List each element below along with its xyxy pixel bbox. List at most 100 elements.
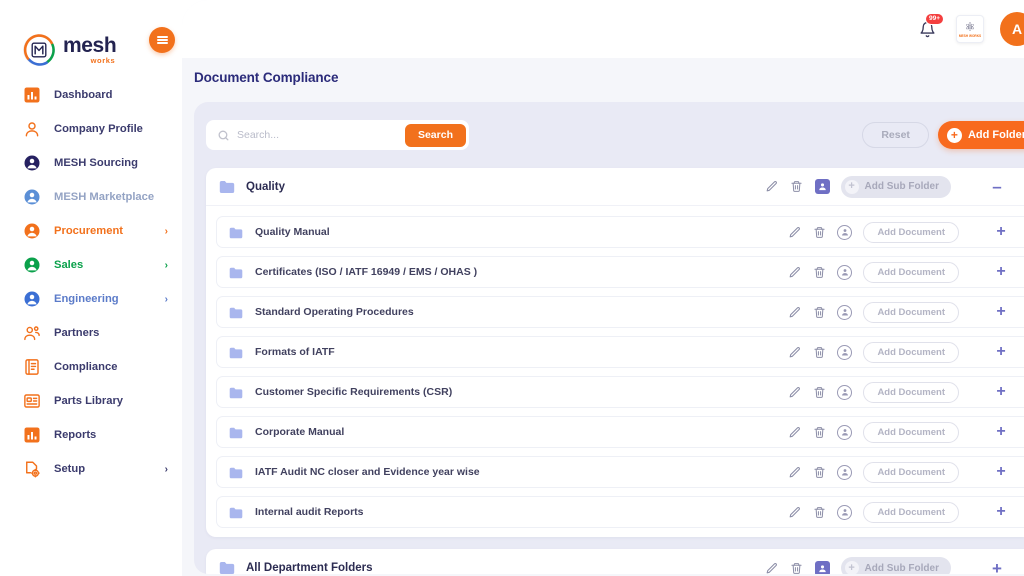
sidebar-item-setup[interactable]: Setup › <box>0 452 182 486</box>
assign-user-icon[interactable] <box>837 504 853 520</box>
delete-trash-icon[interactable] <box>812 225 826 239</box>
add-folder-button[interactable]: + Add Folder <box>937 121 1024 149</box>
sidebar-item-compliance[interactable]: Compliance <box>0 350 182 384</box>
folder-icon <box>229 346 245 359</box>
delete-trash-icon[interactable] <box>790 561 804 574</box>
plus-icon: + <box>844 179 859 194</box>
assign-user-icon[interactable] <box>837 384 853 400</box>
sub-folder-name: Certificates (ISO / IATF 16949 / EMS / O… <box>255 266 478 278</box>
user-circle-icon <box>22 256 41 275</box>
reset-button[interactable]: Reset <box>862 122 929 148</box>
assign-user-icon[interactable] <box>837 304 853 320</box>
sub-folder-row[interactable]: Standard Operating Procedures Add Documen… <box>216 296 1024 328</box>
avatar-initial: A <box>1011 21 1023 37</box>
sub-folder-row-actions: Add Document + <box>787 221 1024 243</box>
assign-user-icon[interactable] <box>814 179 830 194</box>
sub-folder-row[interactable]: IATF Audit NC closer and Evidence year w… <box>216 456 1024 488</box>
add-sub-folder-button[interactable]: + Add Sub Folder <box>840 175 951 198</box>
sub-folder-expand-button[interactable]: + <box>988 424 1014 440</box>
edit-pencil-icon[interactable] <box>787 505 801 519</box>
edit-pencil-icon[interactable] <box>787 425 801 439</box>
add-document-button[interactable]: Add Document <box>863 261 959 283</box>
edit-pencil-icon[interactable] <box>765 561 779 574</box>
edit-pencil-icon[interactable] <box>787 465 801 479</box>
assign-user-icon[interactable] <box>837 264 853 280</box>
sidebar-item-procurement[interactable]: Procurement › <box>0 214 182 248</box>
folder-header-row[interactable]: Quality + Add Sub Folder – <box>206 168 1024 206</box>
search-button[interactable]: Search <box>404 123 466 147</box>
sub-folder-row[interactable]: Customer Specific Requirements (CSR) Add … <box>216 376 1024 408</box>
add-document-button[interactable]: Add Document <box>863 501 959 523</box>
assign-user-icon[interactable] <box>814 560 830 574</box>
sidebar-toggle-button[interactable] <box>149 27 175 53</box>
sidebar-item-engineering[interactable]: Engineering › <box>0 282 182 316</box>
sub-folder-expand-button[interactable]: + <box>988 464 1014 480</box>
sidebar-item-parts-library[interactable]: Parts Library <box>0 384 182 418</box>
sub-folder-name: Standard Operating Procedures <box>255 306 414 318</box>
document-icon <box>22 358 41 377</box>
delete-trash-icon[interactable] <box>812 505 826 519</box>
sub-folder-row-actions: Add Document + <box>787 501 1024 523</box>
sub-folder-row[interactable]: Certificates (ISO / IATF 16949 / EMS / O… <box>216 256 1024 288</box>
chevron-right-icon: › <box>164 463 168 475</box>
add-document-button[interactable]: Add Document <box>863 301 959 323</box>
sub-folder-expand-button[interactable]: + <box>988 384 1014 400</box>
sub-folder-name: IATF Audit NC closer and Evidence year w… <box>255 466 480 478</box>
plus-icon: + <box>946 127 962 143</box>
edit-pencil-icon[interactable] <box>787 385 801 399</box>
search-input[interactable] <box>230 129 405 141</box>
add-document-button[interactable]: Add Document <box>863 341 959 363</box>
sub-folder-expand-button[interactable]: + <box>988 264 1014 280</box>
notifications-button[interactable]: 99+ <box>914 13 945 42</box>
company-logo-tile[interactable]: ⚛ MESH WORKS <box>956 15 984 43</box>
delete-trash-icon[interactable] <box>812 385 826 399</box>
delete-trash-icon[interactable] <box>812 425 826 439</box>
sidebar-item-mesh-marketplace[interactable]: MESH Marketplace <box>0 180 182 214</box>
grid-card-icon <box>22 392 41 411</box>
folder-header-row[interactable]: All Department Folders + Add Sub Folder + <box>206 549 1024 574</box>
toolbar: Search Reset + Add Folder <box>194 118 1024 152</box>
sub-folder-row[interactable]: Internal audit Reports Add Document + <box>216 496 1024 528</box>
add-document-button[interactable]: Add Document <box>863 461 959 483</box>
hamburger-line <box>156 41 168 44</box>
gear-doc-icon <box>22 460 41 479</box>
edit-pencil-icon[interactable] <box>787 225 801 239</box>
sub-folder-row[interactable]: Corporate Manual Add Document + <box>216 416 1024 448</box>
sidebar-item-reports[interactable]: Reports <box>0 418 182 452</box>
add-document-button[interactable]: Add Document <box>863 221 959 243</box>
sub-folder-row[interactable]: Formats of IATF Add Document + <box>216 336 1024 368</box>
company-emblem-icon: ⚛ <box>964 19 976 34</box>
edit-pencil-icon[interactable] <box>787 265 801 279</box>
assign-user-icon[interactable] <box>837 424 853 440</box>
assign-user-icon[interactable] <box>837 464 853 480</box>
sidebar-item-company-profile[interactable]: Company Profile <box>0 112 182 146</box>
sub-folder-expand-button[interactable]: + <box>988 224 1014 240</box>
sidebar-item-label: Company Profile <box>54 123 143 135</box>
user-avatar[interactable]: A <box>1000 12 1024 46</box>
sidebar-item-sales[interactable]: Sales › <box>0 248 182 282</box>
edit-pencil-icon[interactable] <box>787 345 801 359</box>
sub-folder-expand-button[interactable]: + <box>988 304 1014 320</box>
sidebar-item-partners[interactable]: Partners <box>0 316 182 350</box>
edit-pencil-icon[interactable] <box>787 305 801 319</box>
add-document-button[interactable]: Add Document <box>863 421 959 443</box>
sidebar-item-dashboard[interactable]: Dashboard <box>0 78 182 112</box>
search-icon <box>217 129 230 142</box>
sub-folder-expand-button[interactable]: + <box>988 504 1014 520</box>
delete-trash-icon[interactable] <box>812 465 826 479</box>
sub-folder-expand-button[interactable]: + <box>988 344 1014 360</box>
delete-trash-icon[interactable] <box>790 180 804 194</box>
sub-folder-row[interactable]: Quality Manual Add Document + <box>216 216 1024 248</box>
folder-toggle-button[interactable]: + <box>984 560 1010 575</box>
delete-trash-icon[interactable] <box>812 265 826 279</box>
add-document-button[interactable]: Add Document <box>863 381 959 403</box>
sidebar-item-label: MESH Marketplace <box>54 191 155 203</box>
assign-user-icon[interactable] <box>837 344 853 360</box>
folder-toggle-button[interactable]: – <box>984 178 1010 195</box>
sidebar-item-mesh-sourcing[interactable]: MESH Sourcing <box>0 146 182 180</box>
add-sub-folder-button[interactable]: + Add Sub Folder <box>840 557 951 574</box>
edit-pencil-icon[interactable] <box>765 180 779 194</box>
assign-user-icon[interactable] <box>837 224 853 240</box>
delete-trash-icon[interactable] <box>812 305 826 319</box>
delete-trash-icon[interactable] <box>812 345 826 359</box>
